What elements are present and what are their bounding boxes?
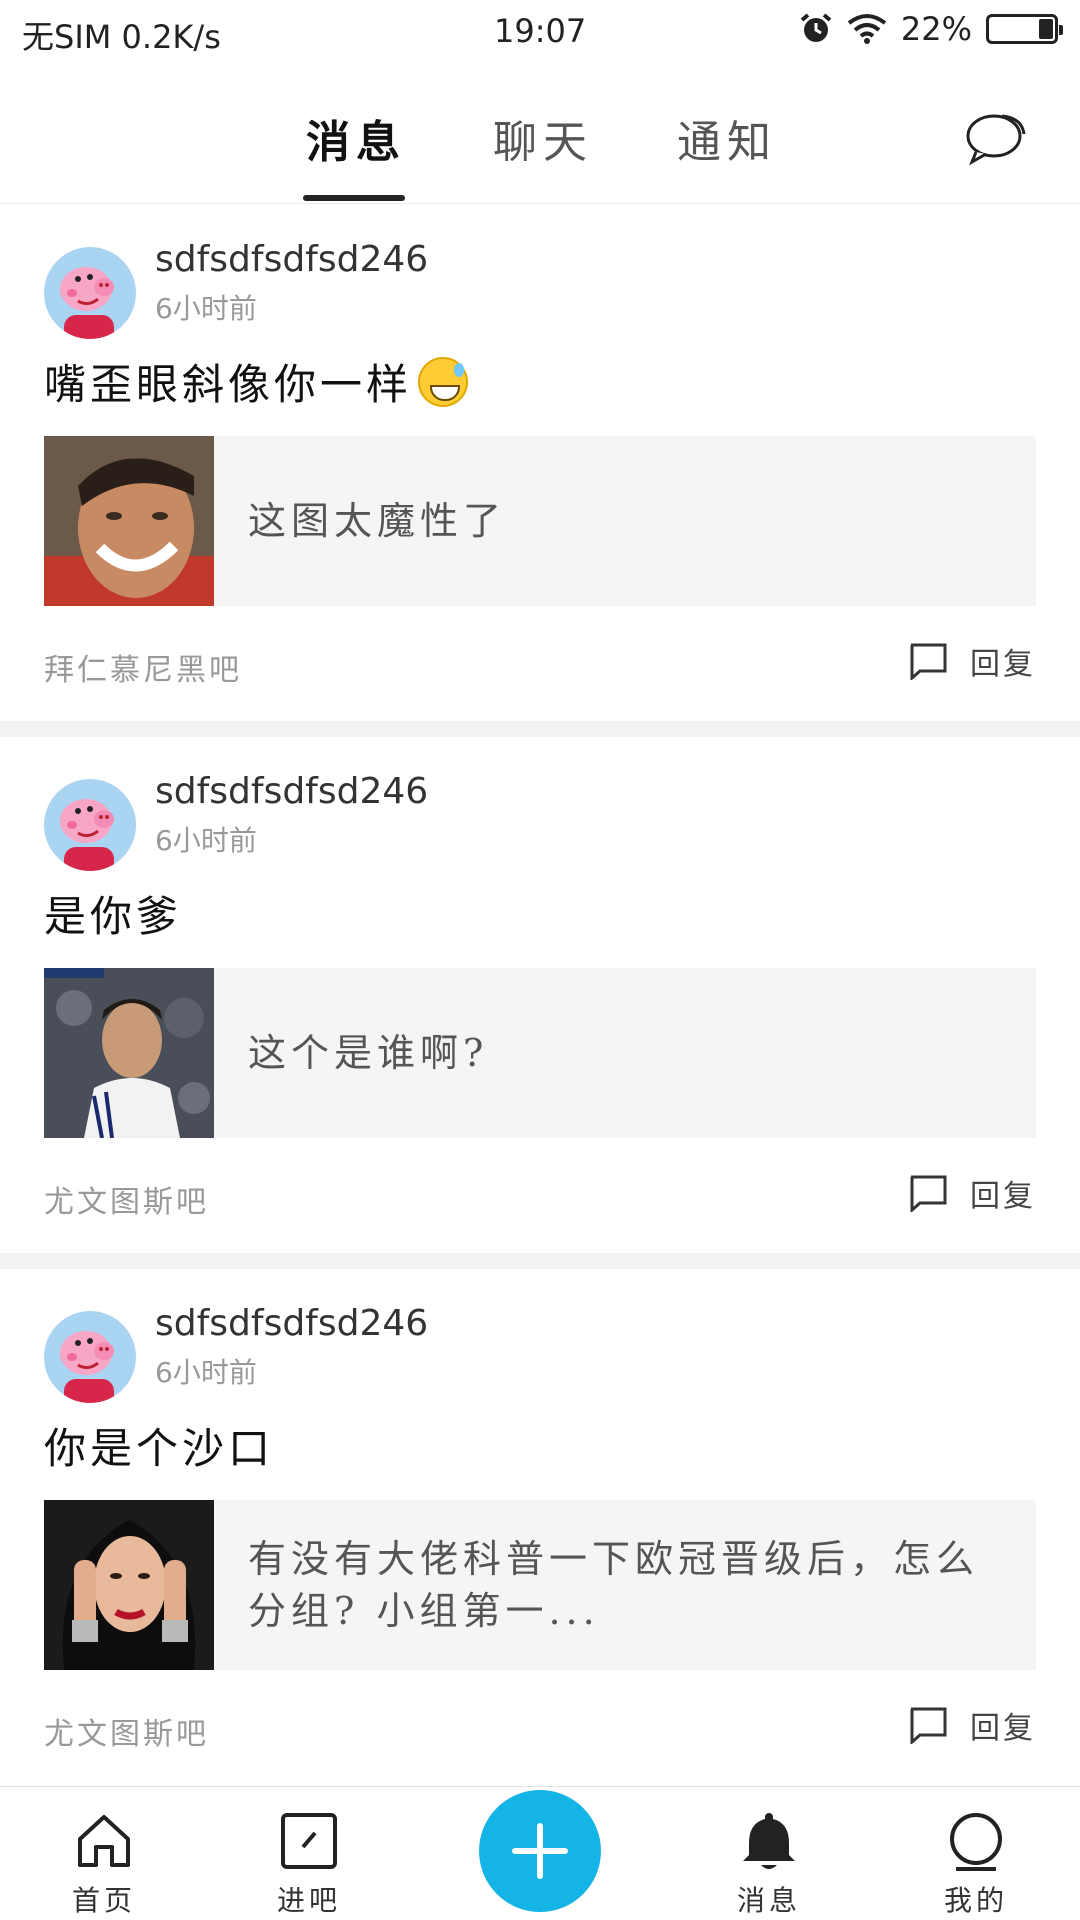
carrier-speed: 无SIM 0.2K/s <box>22 18 221 56</box>
quoted-text: 这个是谁啊? <box>248 1031 489 1075</box>
post-title-text: 是你爹 <box>44 892 183 941</box>
thumbnail-image <box>44 436 214 606</box>
avatar[interactable] <box>44 247 136 339</box>
post-card[interactable]: sdfsdfsdfsd246 6小时前 是你爹 这个是谁啊? 尤文图斯吧 回复 <box>0 737 1080 1253</box>
home-icon <box>78 1815 130 1867</box>
nav-profile-label: 我的 <box>943 1884 1008 1917</box>
nav-profile[interactable]: 我的 <box>896 1787 1056 1920</box>
status-icons: 22% <box>799 10 1063 48</box>
tab-notifications[interactable]: 通知 <box>677 106 777 170</box>
forum-name[interactable]: 尤文图斯吧 <box>44 1177 209 1221</box>
sweat-smile-emoji-icon <box>418 356 469 407</box>
clock: 19:07 <box>494 12 587 50</box>
avatar[interactable] <box>44 1311 136 1403</box>
quoted-text: 有没有大佬科普一下欧冠晋级后，怎么分组? 小组第一... <box>248 1537 980 1633</box>
forum-name[interactable]: 拜仁慕尼黑吧 <box>44 645 242 689</box>
quoted-text: 这图太魔性了 <box>248 499 507 543</box>
post-time: 6小时前 <box>155 292 257 325</box>
post-card[interactable]: sdfsdfsdfsd246 6小时前 你是个沙口 有没有大佬科普一下欧冠晋级后… <box>0 1269 1080 1785</box>
post-title: 是你爹 <box>44 883 182 944</box>
comment-icon <box>910 1175 947 1212</box>
post-time: 6小时前 <box>155 824 257 857</box>
nav-bars[interactable]: 进吧 <box>229 1787 389 1920</box>
divider <box>0 1253 1080 1269</box>
post-title-text: 嘴歪眼斜像你一样 <box>44 360 413 409</box>
post-title: 你是个沙口 <box>44 1415 274 1476</box>
alarm-icon <box>800 13 832 42</box>
wifi-icon <box>847 14 887 44</box>
nav-bars-label: 进吧 <box>276 1884 341 1917</box>
status-bar: 无SIM 0.2K/s 19:07 22% <box>0 0 1080 70</box>
reply-label: 回复 <box>970 1711 1036 1746</box>
username[interactable]: sdfsdfsdfsd246 <box>155 771 428 812</box>
nav-messages[interactable]: 消息 <box>689 1787 849 1920</box>
post-card[interactable]: sdfsdfsdfsd246 6小时前 嘴歪眼斜像你一样 这图太魔性了 拜仁慕尼… <box>0 205 1080 721</box>
reply-label: 回复 <box>970 1179 1036 1214</box>
comment-icon <box>910 1707 947 1744</box>
nav-messages-label: 消息 <box>736 1884 801 1917</box>
post-time: 6小时前 <box>155 1356 257 1389</box>
post-title-text: 你是个沙口 <box>44 1424 275 1473</box>
nav-home-label: 首页 <box>71 1884 136 1917</box>
thumbnail-image <box>44 1500 214 1670</box>
message-feed: sdfsdfsdfsd246 6小时前 嘴歪眼斜像你一样 这图太魔性了 拜仁慕尼… <box>0 205 1080 1785</box>
tab-messages[interactable]: 消息 <box>306 106 406 170</box>
quoted-post[interactable]: 这个是谁啊? <box>44 968 1036 1138</box>
top-tab-bar: 消息 聊天 通知 <box>0 70 1080 204</box>
reply-button[interactable]: 回复 <box>908 1171 1036 1215</box>
battery-percent: 22% <box>900 10 972 48</box>
reply-button[interactable]: 回复 <box>908 1703 1036 1747</box>
battery-icon <box>986 14 1063 44</box>
bell-icon <box>743 1813 795 1869</box>
create-post-button[interactable] <box>479 1790 601 1912</box>
profile-icon <box>950 1813 1002 1871</box>
tab-chat[interactable]: 聊天 <box>493 106 593 170</box>
username[interactable]: sdfsdfsdfsd246 <box>155 239 428 280</box>
reply-label: 回复 <box>970 647 1036 682</box>
avatar[interactable] <box>44 779 136 871</box>
nav-home[interactable]: 首页 <box>24 1787 184 1920</box>
username[interactable]: sdfsdfsdfsd246 <box>155 1303 428 1344</box>
quoted-post[interactable]: 有没有大佬科普一下欧冠晋级后，怎么分组? 小组第一... <box>44 1500 1036 1670</box>
quoted-post[interactable]: 这图太魔性了 <box>44 436 1036 606</box>
divider <box>0 721 1080 737</box>
thumbnail-image <box>44 968 214 1138</box>
reply-button[interactable]: 回复 <box>908 639 1036 683</box>
chat-bubble-icon[interactable] <box>964 108 1028 166</box>
edit-square-icon <box>281 1813 337 1869</box>
active-tab-indicator <box>303 195 405 201</box>
post-title: 嘴歪眼斜像你一样 <box>44 351 469 412</box>
comment-icon <box>910 643 947 680</box>
forum-name[interactable]: 尤文图斯吧 <box>44 1709 209 1753</box>
